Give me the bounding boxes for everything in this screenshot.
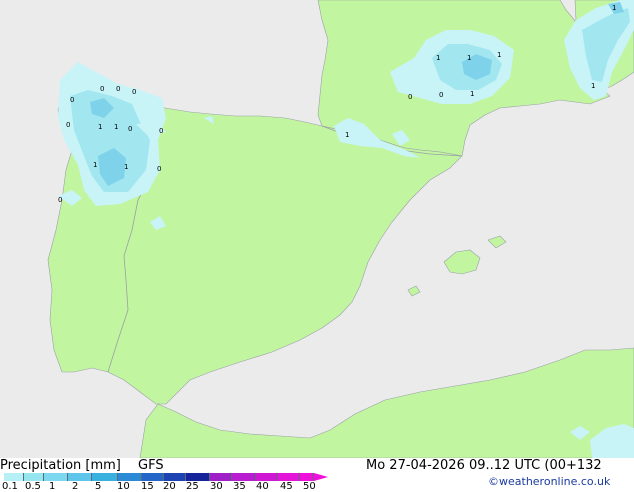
contour-label: 1 [436,54,440,62]
legend-tick: 40 [256,481,269,492]
legend-swatch [92,473,118,481]
legend-tick: 50 [303,481,316,492]
legend-tick: 0.5 [25,481,41,492]
legend-tick: 5 [95,481,102,492]
legend-swatch [232,473,256,481]
contour-label: 0 [132,88,136,96]
contour-label: 1 [612,4,616,12]
contour-label: 1 [124,163,128,171]
contour-label: 1 [591,82,595,90]
legend-tick: 30 [210,481,223,492]
precipitation-map: 0 0 0 0 0 1 1 0 0 1 1 0 1 1 1 0 0 1 1 1 … [0,0,634,458]
contour-label: 1 [467,54,471,62]
contour-label: 0 [70,96,74,104]
legend-tick: 0.1 [2,481,18,492]
legend-swatch [24,473,44,481]
contour-label: 0 [159,127,163,135]
contour-label: 1 [497,51,501,59]
contour-label: 0 [100,85,104,93]
legend-tick: 45 [280,481,293,492]
legend-swatch [44,473,68,481]
legend-swatch [210,473,232,481]
contour-label: 0 [58,196,62,204]
legend-tick: 10 [117,481,130,492]
legend-tick: 25 [186,481,199,492]
contour-label: 0 [66,121,70,129]
contour-label: 1 [345,131,349,139]
legend-swatch [186,473,210,481]
legend-swatch [164,473,186,481]
contour-label: 1 [93,161,97,169]
contour-label: 1 [98,123,102,131]
contour-label: 0 [128,125,132,133]
contour-label: 0 [116,85,120,93]
legend-swatch [118,473,142,481]
contour-label: 1 [114,123,118,131]
legend-swatch [300,473,314,481]
legend-tick: 15 [141,481,154,492]
legend-tick: 1 [49,481,56,492]
legend-arrow-icon [314,473,328,481]
legend-swatch [68,473,92,481]
map-title: Precipitation [mm] [0,458,121,473]
contour-label: 0 [157,165,161,173]
legend-tick: 2 [72,481,79,492]
legend-swatch [256,473,278,481]
contour-label: 0 [439,91,443,99]
legend-tick: 35 [233,481,246,492]
model-name: GFS [138,458,164,473]
credit-link[interactable]: ©weatheronline.co.uk [488,475,610,488]
contour-label: 1 [470,90,474,98]
legend-swatch [4,473,24,481]
valid-datetime: Mo 27-04-2026 09..12 UTC (00+132 [366,458,602,473]
contour-label: 0 [408,93,412,101]
legend-swatch [278,473,300,481]
legend-tick: 20 [163,481,176,492]
legend-swatch [142,473,164,481]
